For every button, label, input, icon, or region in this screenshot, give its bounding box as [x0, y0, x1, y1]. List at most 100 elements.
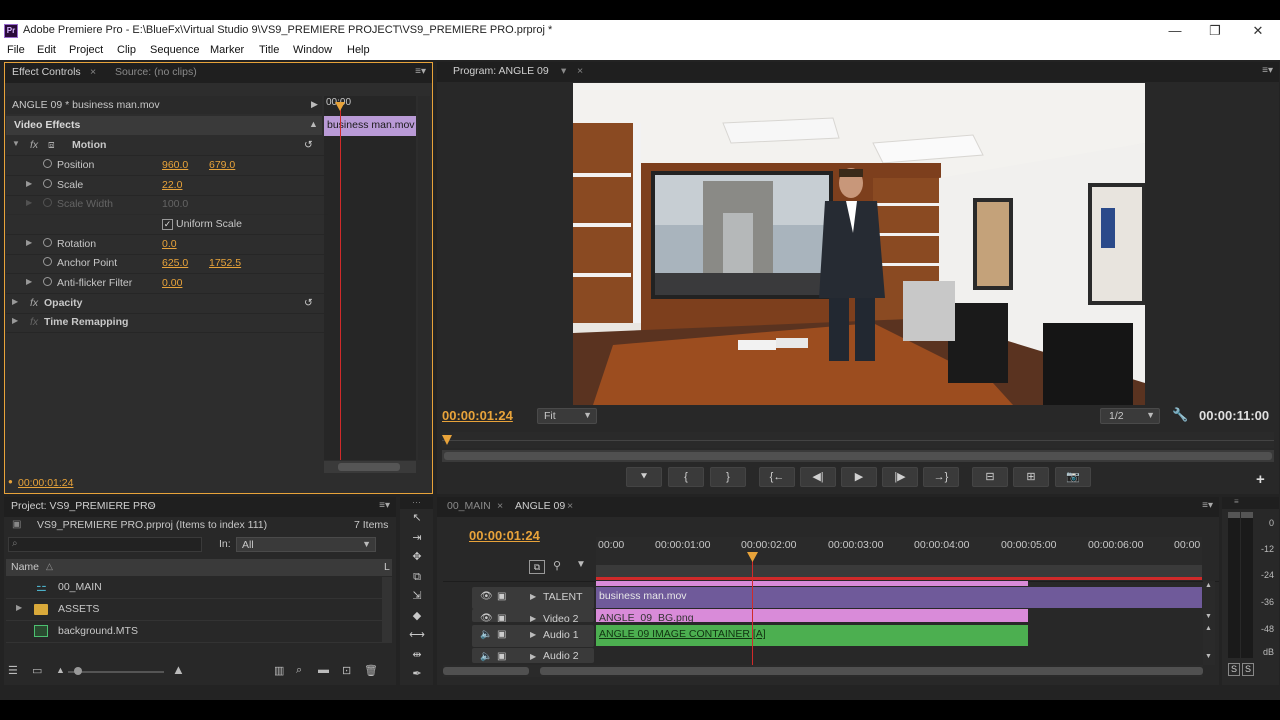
project-search-input[interactable]: ⌕ — [8, 537, 202, 552]
track-select-tool-icon[interactable]: ⇥ — [406, 530, 428, 547]
project-row[interactable]: background.MTS — [6, 621, 386, 643]
speaker-icon[interactable]: 🔈 — [480, 651, 492, 662]
close-tab-icon[interactable]: × — [497, 500, 503, 512]
tab-source[interactable]: Source: (no clips) — [115, 66, 197, 78]
panel-menu-icon[interactable]: ≡▾ — [415, 66, 426, 77]
scale-value[interactable]: 22.0 — [162, 179, 182, 191]
close-tab-icon[interactable]: × — [567, 500, 573, 512]
maximize-button[interactable]: ❐ — [1200, 22, 1230, 40]
go-to-in-button[interactable]: {← — [759, 467, 795, 487]
position-x-value[interactable]: 960.0 — [162, 159, 188, 171]
menu-title[interactable]: Title — [259, 44, 279, 56]
collapse-icon[interactable]: ▲ — [309, 119, 318, 129]
trash-icon[interactable]: 🗑 — [364, 664, 378, 677]
program-video-frame[interactable] — [573, 83, 1145, 405]
effect-motion-row[interactable]: ▼ fx ⧈ Motion ↺ — [6, 136, 328, 156]
rolling-edit-tool-icon[interactable]: ⧉ — [406, 569, 428, 586]
speaker-icon[interactable]: 🔈 — [480, 629, 492, 640]
slip-tool-icon[interactable]: ⟷ — [406, 627, 428, 644]
close-button[interactable]: ✕ — [1243, 22, 1273, 40]
clip-talent[interactable]: business man.mov — [596, 587, 1202, 608]
find-icon[interactable]: ⌕ — [296, 664, 302, 677]
rotation-value[interactable]: 0.0 — [162, 238, 177, 250]
lift-button[interactable]: ⊟ — [972, 467, 1008, 487]
scale-expand-icon[interactable]: ▶ — [26, 179, 32, 188]
menu-project[interactable]: Project — [69, 44, 103, 56]
track-expand-icon[interactable]: ▶ — [530, 652, 536, 661]
stopwatch-icon[interactable] — [43, 159, 52, 168]
tab-00-main[interactable]: 00_MAIN — [447, 500, 491, 512]
linked-selection-icon[interactable]: ⚲ — [553, 559, 561, 572]
label-column-header[interactable]: L — [384, 561, 390, 573]
stopwatch-icon[interactable] — [43, 277, 52, 286]
clip-video2[interactable]: ANGLE_09_BG.png — [596, 609, 1028, 622]
program-zoom-bar[interactable] — [442, 450, 1274, 462]
uniform-scale-checkbox[interactable]: ✓ — [162, 219, 173, 230]
wrench-icon[interactable]: 🔧 — [1172, 407, 1188, 423]
name-column-header[interactable]: Name — [11, 561, 39, 573]
scroll-down-icon[interactable]: ▼ — [1205, 653, 1212, 660]
anchor-x-value[interactable]: 625.0 — [162, 257, 188, 269]
tab-project[interactable]: Project: VS9_PREMIERE PRO — [11, 500, 156, 512]
menu-window[interactable]: Window — [293, 44, 332, 56]
program-dropdown-icon[interactable]: ▾ — [561, 65, 566, 77]
panel-menu-icon[interactable]: ≡▾ — [1262, 65, 1273, 76]
selection-tool-icon[interactable]: ↖ — [406, 510, 428, 527]
timeline-vertical-scrollbar[interactable]: ▲ ▼ ▲ ▼ — [1203, 581, 1215, 665]
stopwatch-icon[interactable] — [43, 179, 52, 188]
transform-handle-icon[interactable]: ⧈ — [48, 139, 55, 152]
ec-clip-bar[interactable]: business man.mov — [324, 116, 416, 136]
scroll-thumb[interactable] — [443, 667, 529, 675]
add-button-icon[interactable]: + — [1256, 471, 1265, 488]
eye-icon[interactable]: 👁 — [480, 591, 493, 602]
ripple-edit-tool-icon[interactable]: ✥ — [406, 549, 428, 566]
stopwatch-icon[interactable] — [43, 257, 52, 266]
zoom-slider-thumb[interactable] — [74, 667, 82, 675]
tab-angle-09[interactable]: ANGLE 09 — [515, 500, 565, 512]
timeline-timecode[interactable]: 00:00:01:24 — [469, 528, 540, 543]
panel-menu-icon[interactable]: ≡▾ — [1202, 500, 1213, 511]
film-icon[interactable]: ▣ — [497, 613, 506, 622]
solo-left-button[interactable]: S — [1228, 663, 1240, 676]
step-forward-button[interactable]: |▶ — [882, 467, 918, 487]
time-remap-expand-icon[interactable]: ▶ — [12, 316, 18, 325]
icon-view-icon[interactable]: ▭ — [32, 664, 42, 677]
ec-expand-icon[interactable]: ▶ — [311, 99, 318, 110]
scroll-up-icon[interactable]: ▲ — [1205, 625, 1212, 632]
scroll-down-icon[interactable]: ▼ — [1205, 613, 1212, 620]
add-marker-button[interactable]: ⯆ — [626, 467, 662, 487]
list-view-icon[interactable]: ☰ — [8, 664, 18, 677]
ec-vertical-scrollbar[interactable] — [418, 96, 430, 460]
menu-marker[interactable]: Marker — [210, 44, 244, 56]
new-bin-icon[interactable]: ▬ — [318, 664, 329, 676]
export-frame-button[interactable]: 📷 — [1055, 467, 1091, 487]
program-current-time[interactable]: 00:00:01:24 — [442, 408, 513, 423]
menu-sequence[interactable]: Sequence — [150, 44, 200, 56]
menu-clip[interactable]: Clip — [117, 44, 136, 56]
work-area-bar[interactable] — [596, 565, 1202, 577]
rotation-expand-icon[interactable]: ▶ — [26, 238, 32, 247]
ec-timecode[interactable]: 00:00:01:24 — [18, 477, 73, 489]
meter-menu-icon[interactable]: ≡ — [1234, 497, 1239, 506]
rate-stretch-tool-icon[interactable]: ⇲ — [406, 588, 428, 605]
opacity-expand-icon[interactable]: ▶ — [12, 297, 18, 306]
new-item-icon[interactable]: ⊡ — [342, 664, 351, 677]
menu-help[interactable]: Help — [347, 44, 370, 56]
menu-file[interactable]: File — [7, 44, 25, 56]
play-button[interactable]: ▶ — [841, 467, 877, 487]
scroll-thumb[interactable] — [540, 667, 1203, 675]
pen-tool-icon[interactable]: ✒ — [406, 666, 428, 683]
automate-icon[interactable]: ▥ — [274, 664, 284, 677]
add-marker-icon[interactable]: ▼ — [576, 559, 586, 570]
ec-timeline-area[interactable]: 00:00 business man.mov — [324, 96, 416, 460]
anti-flicker-value[interactable]: 0.00 — [162, 277, 182, 289]
slide-tool-icon[interactable]: ⇹ — [406, 647, 428, 664]
sync-lock-icon[interactable]: ▣ — [497, 629, 506, 640]
close-tab-icon[interactable]: × — [149, 500, 155, 512]
project-row[interactable]: ▶ ASSETS — [6, 599, 386, 621]
resolution-dropdown[interactable]: 1/2 ▼ — [1100, 408, 1160, 424]
effect-opacity-row[interactable]: ▶ fx Opacity ↺ — [6, 294, 328, 314]
track-expand-icon[interactable]: ▶ — [530, 630, 536, 639]
minimize-button[interactable]: — — [1160, 22, 1190, 40]
eye-icon[interactable]: 👁 — [480, 613, 493, 622]
